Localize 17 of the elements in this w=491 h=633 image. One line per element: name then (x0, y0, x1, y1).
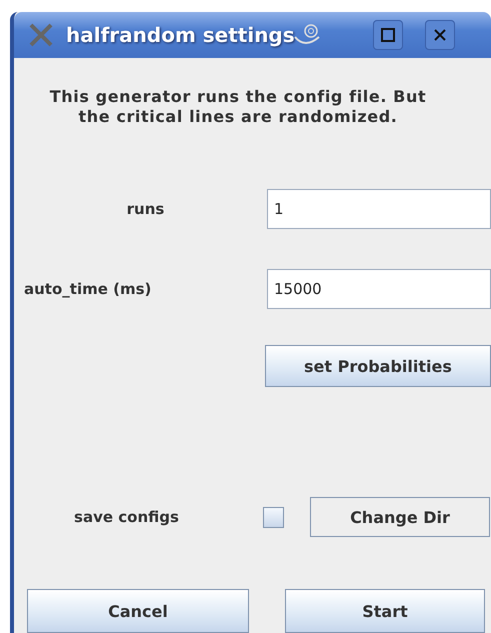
maximize-button[interactable] (372, 20, 403, 50)
save-configs-label: save configs (73, 508, 180, 526)
set-probabilities-button[interactable]: set Probabilities (264, 345, 491, 387)
start-button[interactable]: Start (285, 589, 485, 633)
x-logo-icon (28, 22, 54, 48)
input-field[interactable]: 1 (267, 189, 491, 229)
maximize-icon (380, 28, 395, 42)
description-text: This generator runs the config file. But the critical lines are randomized. (48, 87, 428, 127)
cancel-button[interactable]: Cancel (27, 589, 249, 633)
input-field[interactable]: 15000 (267, 269, 491, 309)
field-label: auto_time (ms) (24, 280, 152, 298)
close-icon (432, 28, 447, 42)
close-button[interactable] (424, 20, 455, 50)
checkbox[interactable] (263, 506, 284, 528)
field-label: runs (126, 200, 166, 218)
window-title: halfrandom settings (66, 23, 295, 47)
change-dir-button[interactable]: Change Dir (310, 497, 490, 537)
